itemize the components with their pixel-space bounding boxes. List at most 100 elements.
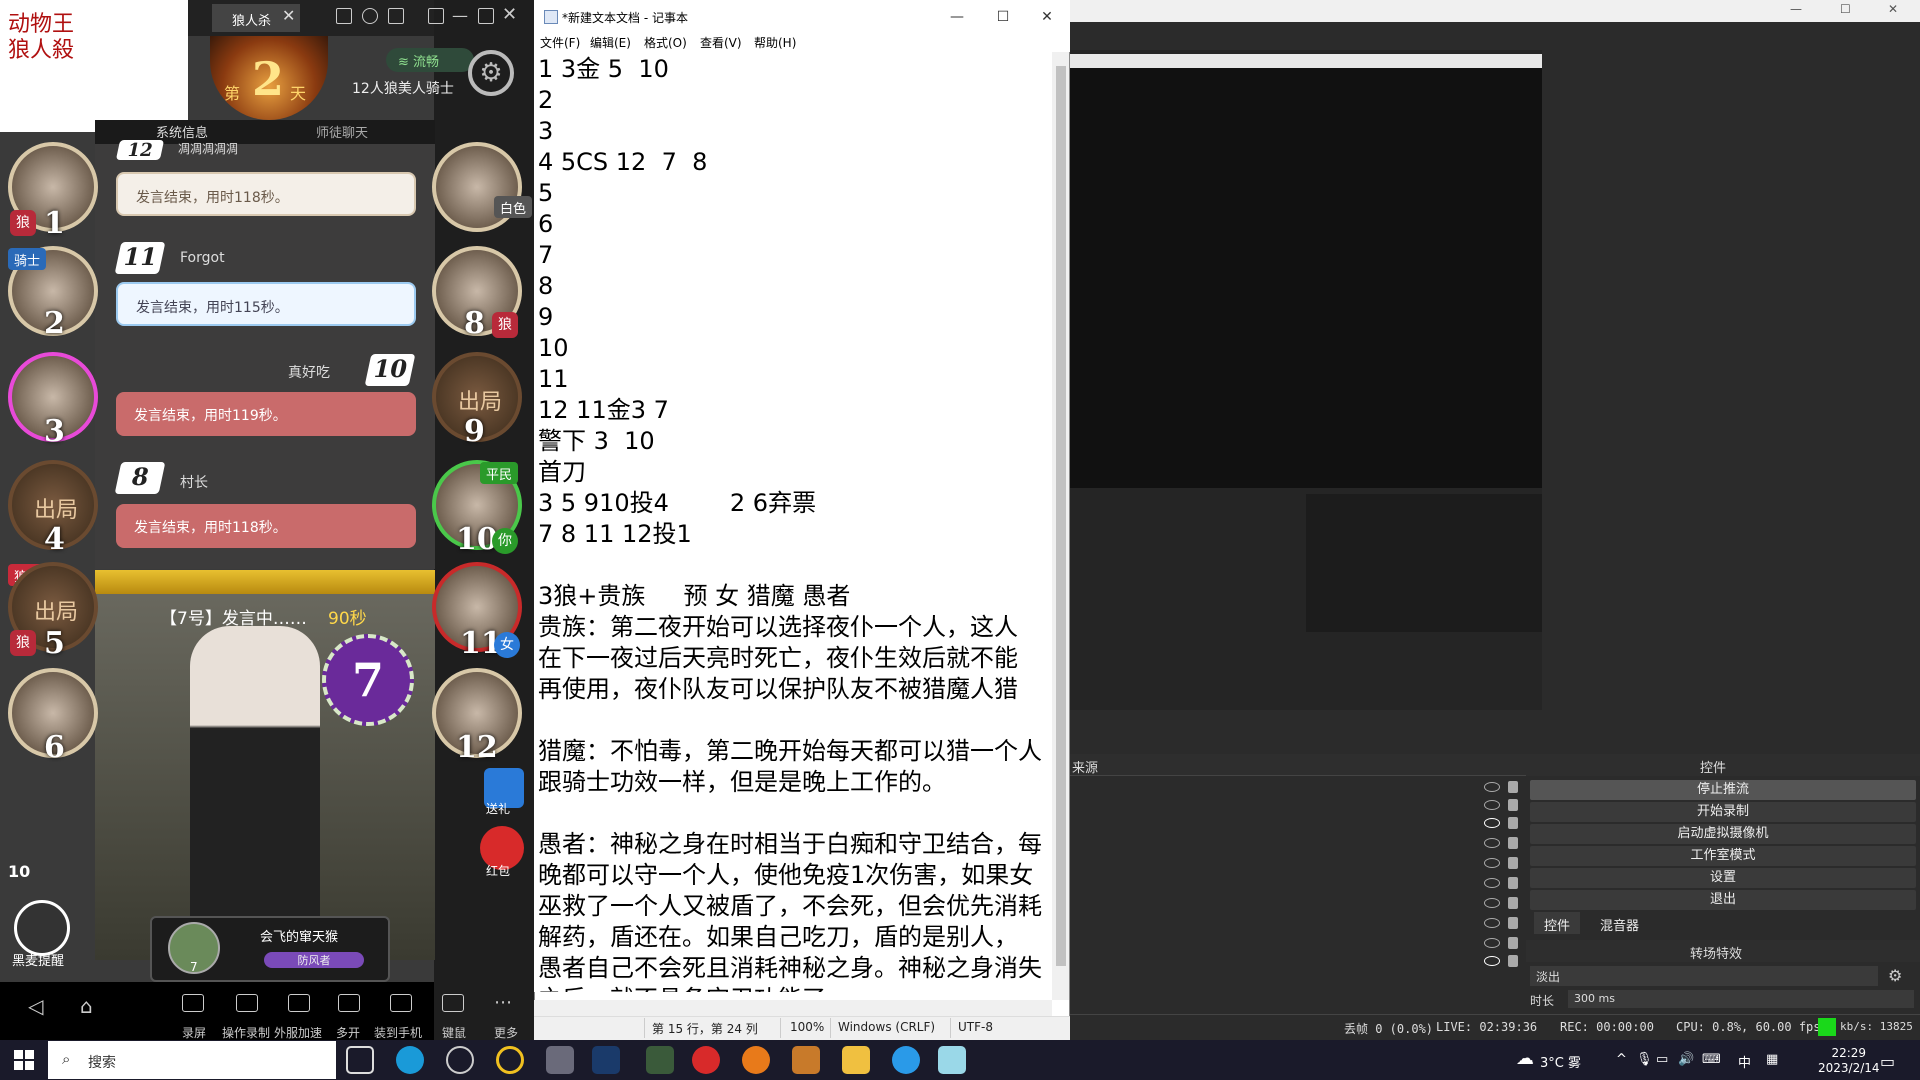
lock-icon[interactable] (1508, 955, 1518, 967)
notification-icon[interactable]: ▭ (1880, 1052, 1895, 1071)
settings-gear-icon[interactable]: ⚙ (468, 50, 514, 96)
toolbar-label[interactable]: 操作录制 (222, 1024, 270, 1041)
toolbar-label[interactable]: 录屏 (182, 1024, 206, 1041)
multi-instance-icon[interactable] (338, 994, 360, 1012)
eye-icon[interactable] (1484, 898, 1500, 908)
lock-icon[interactable] (1508, 897, 1518, 909)
text-editor[interactable]: 1 3金 5 10 2 3 4 5CS 12 7 8 5 6 7 8 9 10 … (534, 52, 1052, 992)
install-phone-icon[interactable] (390, 994, 412, 1012)
minimize-icon[interactable]: — (452, 6, 468, 25)
close-icon[interactable]: ✕ (502, 4, 517, 25)
app-icon[interactable] (496, 1046, 524, 1074)
ime-indicator[interactable]: 中 (1738, 1052, 1751, 1071)
edge-icon[interactable] (396, 1046, 424, 1074)
netease-music-icon[interactable] (692, 1046, 720, 1074)
lock-icon[interactable] (1508, 877, 1518, 889)
notepad-taskbar-icon[interactable] (938, 1046, 966, 1074)
menu-edit[interactable]: 编辑(E) (590, 34, 631, 51)
lock-icon[interactable] (1508, 937, 1518, 949)
msg-seat-number: 11 (114, 242, 166, 274)
horizontal-scrollbar[interactable] (534, 1000, 1052, 1016)
lock-icon[interactable] (1508, 857, 1518, 869)
mail-icon[interactable] (336, 8, 352, 24)
obs-icon[interactable] (446, 1046, 474, 1074)
minimize-button[interactable]: — (934, 4, 980, 30)
transition-select[interactable]: 淡出 (1530, 966, 1878, 986)
lock-icon[interactable] (1508, 781, 1518, 793)
home-icon[interactable]: ⌂ (80, 994, 93, 1018)
windows-start-icon[interactable] (14, 1050, 34, 1070)
more-icon[interactable]: ⋯ (494, 992, 512, 1013)
tab-system-info[interactable]: 系统信息 (156, 122, 208, 141)
steam-icon[interactable] (592, 1046, 620, 1074)
task-view-icon[interactable] (346, 1046, 374, 1074)
toolbar-label[interactable]: 键鼠 (442, 1024, 466, 1041)
eye-icon[interactable] (1484, 800, 1500, 810)
user-icon[interactable] (362, 8, 378, 24)
eye-icon[interactable] (1484, 782, 1500, 792)
tab-controls[interactable]: 控件 (1534, 912, 1581, 934)
macro-icon[interactable] (236, 994, 258, 1012)
back-icon[interactable]: ◁ (28, 994, 43, 1018)
exit-button[interactable]: 退出 (1530, 890, 1916, 910)
virtual-camera-button[interactable]: 启动虚拟摄像机 (1530, 824, 1916, 844)
app-icon[interactable] (892, 1046, 920, 1074)
eye-icon[interactable] (1484, 838, 1500, 848)
toolbar-label[interactable]: 外服加速 (274, 1024, 322, 1041)
toolbar-label[interactable]: 多开 (336, 1024, 360, 1041)
menu-icon[interactable] (388, 8, 404, 24)
maximize-icon[interactable] (478, 8, 494, 24)
expand-chat-bar[interactable] (95, 570, 435, 594)
toolbar-label[interactable]: 更多 (494, 1024, 518, 1041)
ime-mode-icon[interactable]: ▦ (1766, 1052, 1778, 1067)
network-tray-icon[interactable]: ▭ (1656, 1052, 1668, 1067)
lock-icon[interactable] (1508, 799, 1518, 811)
maximize-button[interactable]: ☐ (980, 4, 1026, 30)
lock-icon[interactable] (1508, 837, 1518, 849)
lock-icon[interactable] (1508, 917, 1518, 929)
tab-close-icon[interactable]: ✕ (282, 6, 295, 25)
close-button[interactable]: ✕ (1024, 4, 1070, 30)
taskbar-search[interactable]: 搜索 (48, 1041, 336, 1079)
clock[interactable]: 22:29 2023/2/14 (1818, 1046, 1880, 1076)
obs-maximize-icon[interactable]: ☐ (1840, 2, 1851, 16)
app-icon[interactable] (792, 1046, 820, 1074)
mic-tray-icon[interactable]: 🎙 (1636, 1052, 1653, 1067)
settings-button[interactable]: 设置 (1530, 868, 1916, 888)
app-icon[interactable] (546, 1046, 574, 1074)
seat-7[interactable] (432, 142, 522, 232)
file-explorer-icon[interactable] (842, 1046, 870, 1074)
eye-icon[interactable] (1484, 818, 1500, 828)
tray-chevron-icon[interactable]: ^ (1616, 1052, 1627, 1067)
record-screen-icon[interactable] (182, 994, 204, 1012)
stop-streaming-button[interactable]: 停止推流 (1530, 780, 1916, 800)
eye-icon[interactable] (1484, 956, 1500, 966)
duration-input[interactable]: 300 ms (1568, 990, 1914, 1008)
menu-view[interactable]: 查看(V) (700, 34, 742, 51)
tab-mentor-chat[interactable]: 师徒聊天 (316, 122, 368, 141)
menu-help[interactable]: 帮助(H) (754, 34, 796, 51)
obs-minimize-icon[interactable]: — (1790, 2, 1802, 16)
accelerate-icon[interactable] (288, 994, 310, 1012)
volume-icon[interactable]: 🔊 (1678, 1052, 1694, 1067)
eye-icon[interactable] (1484, 918, 1500, 928)
fullscreen-icon[interactable] (428, 8, 444, 24)
mic-icon[interactable] (14, 900, 70, 956)
obs-close-icon[interactable]: ✕ (1888, 2, 1898, 16)
transition-gear-icon[interactable]: ⚙ (1888, 966, 1902, 985)
lock-icon[interactable] (1508, 817, 1518, 829)
toolbar-label[interactable]: 装到手机 (374, 1024, 422, 1041)
menu-file[interactable]: 文件(F) (540, 34, 580, 51)
eye-icon[interactable] (1484, 858, 1500, 868)
keyboard-tray-icon[interactable]: ⌨ (1702, 1052, 1721, 1067)
scrollbar-thumb[interactable] (1056, 66, 1066, 966)
studio-mode-button[interactable]: 工作室模式 (1530, 846, 1916, 866)
tab-mixer[interactable]: 混音器 (1590, 912, 1649, 934)
app-icon[interactable] (646, 1046, 674, 1074)
keyboard-icon[interactable] (442, 994, 464, 1012)
eye-icon[interactable] (1484, 938, 1500, 948)
start-recording-button[interactable]: 开始录制 (1530, 802, 1916, 822)
app-icon[interactable] (742, 1046, 770, 1074)
menu-format[interactable]: 格式(O) (644, 34, 687, 51)
eye-icon[interactable] (1484, 878, 1500, 888)
